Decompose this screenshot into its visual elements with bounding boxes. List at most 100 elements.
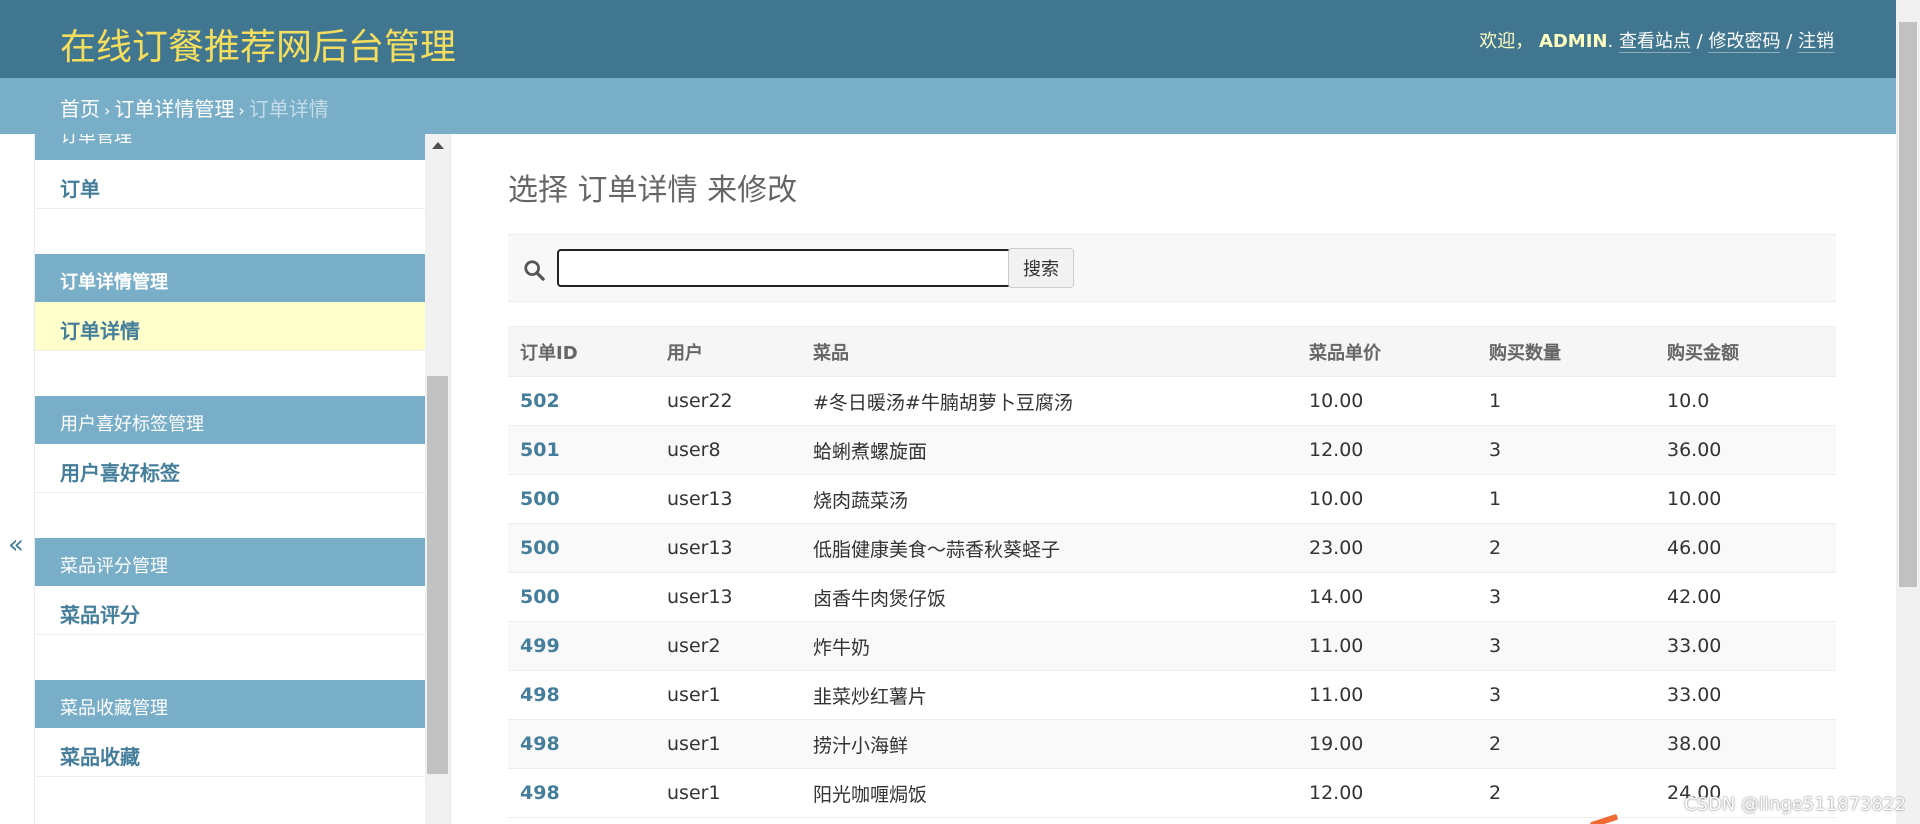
quantity-cell: 1 bbox=[1477, 474, 1655, 524]
module-caption-order[interactable]: 订单管理 bbox=[35, 134, 425, 160]
table-row: 501 user8 蛤蜊煮螺旋面 12.00 3 36.00 bbox=[508, 425, 1836, 475]
quantity-cell: 1 bbox=[1477, 376, 1655, 426]
table-row: 498 user1 捞汁小海鲜 19.00 2 38.00 bbox=[508, 719, 1836, 769]
table-row: 502 user22 #冬日暖汤#牛腩胡萝卜豆腐汤 10.00 1 10.0 bbox=[508, 376, 1836, 426]
quantity-cell: 2 bbox=[1477, 523, 1655, 573]
view-site-link[interactable]: 查看站点 bbox=[1618, 31, 1691, 53]
username: ADMIN bbox=[1538, 31, 1608, 52]
table-row: 500 user13 低脂健康美食～蒜香秋葵蛏子 23.00 2 46.00 bbox=[508, 523, 1836, 573]
order-id-link[interactable]: 499 bbox=[508, 621, 655, 671]
user-cell: user1 bbox=[655, 719, 801, 769]
user-cell: user1 bbox=[655, 768, 801, 818]
unit-price-cell: 11.00 bbox=[1297, 621, 1477, 671]
table-row: 500 user13 卤香牛肉煲仔饭 14.00 3 42.00 bbox=[508, 572, 1836, 622]
dish-cell: 阳光咖喱焗饭 bbox=[801, 768, 1297, 818]
search-input[interactable] bbox=[557, 249, 1011, 287]
sidebar-item-order[interactable]: 订单 bbox=[35, 160, 425, 209]
order-id-link[interactable]: 501 bbox=[508, 425, 655, 475]
breadcrumb-section[interactable]: 订单详情管理 bbox=[114, 97, 234, 121]
quantity-cell: 2 bbox=[1477, 768, 1655, 818]
sidebar-item-user-tags[interactable]: 用户喜好标签 bbox=[35, 444, 425, 493]
column-header-order-id[interactable]: 订单ID bbox=[508, 326, 655, 377]
header: 在线订餐推荐网后台管理 欢迎， ADMIN. 查看站点 / 修改密码 / 注销 bbox=[0, 0, 1920, 78]
dish-cell: 捞汁小海鲜 bbox=[801, 719, 1297, 769]
quantity-cell: 2 bbox=[1477, 719, 1655, 769]
page-title: 选择 订单详情 来修改 bbox=[508, 173, 798, 208]
column-header-user[interactable]: 用户 bbox=[655, 326, 801, 377]
table-row: 498 user1 阳光咖喱焗饭 12.00 2 24.00 bbox=[508, 768, 1836, 818]
dish-cell: 韭菜炒红薯片 bbox=[801, 670, 1297, 720]
module-caption-dish-favorite[interactable]: 菜品收藏管理 bbox=[35, 680, 425, 728]
page-scrollbar[interactable] bbox=[1896, 0, 1920, 824]
module-caption-dish-rating[interactable]: 菜品评分管理 bbox=[35, 538, 425, 586]
search-toolbar: 搜索 bbox=[508, 234, 1836, 302]
dish-cell: 炸牛奶 bbox=[801, 621, 1297, 671]
quantity-cell: 3 bbox=[1477, 572, 1655, 622]
dish-cell: #冬日暖汤#牛腩胡萝卜豆腐汤 bbox=[801, 376, 1297, 426]
amount-cell: 38.00 bbox=[1655, 719, 1836, 769]
module-caption-user-tags[interactable]: 用户喜好标签管理 bbox=[35, 396, 425, 444]
collapse-sidebar-icon[interactable]: « bbox=[8, 530, 24, 560]
unit-price-cell: 12.00 bbox=[1297, 768, 1477, 818]
breadcrumb-home[interactable]: 首页 bbox=[60, 97, 100, 121]
table-row: 500 user13 烧肉蔬菜汤 10.00 1 10.00 bbox=[508, 474, 1836, 524]
sidebar-item-dish-rating[interactable]: 菜品评分 bbox=[35, 586, 425, 635]
quantity-cell: 3 bbox=[1477, 425, 1655, 475]
user-tools: 欢迎， ADMIN. 查看站点 / 修改密码 / 注销 bbox=[1479, 31, 1834, 53]
breadcrumb-separator-icon: › bbox=[104, 101, 111, 120]
column-header-dish[interactable]: 菜品 bbox=[801, 326, 1297, 377]
user-cell: user2 bbox=[655, 621, 801, 671]
breadcrumb: 首页 › 订单详情管理 › 订单详情 bbox=[0, 78, 1920, 134]
amount-cell: 10.00 bbox=[1655, 474, 1836, 524]
welcome-text: 欢迎， bbox=[1479, 31, 1534, 52]
amount-cell: 36.00 bbox=[1655, 425, 1836, 475]
logout-link[interactable]: 注销 bbox=[1798, 31, 1834, 53]
user-cell: user22 bbox=[655, 376, 801, 426]
search-button[interactable]: 搜索 bbox=[1008, 248, 1074, 288]
site-title[interactable]: 在线订餐推荐网后台管理 bbox=[60, 18, 456, 70]
scroll-up-arrow-icon[interactable] bbox=[432, 142, 444, 149]
quantity-cell: 3 bbox=[1477, 621, 1655, 671]
order-id-link[interactable]: 500 bbox=[508, 572, 655, 622]
amount-cell: 46.00 bbox=[1655, 523, 1836, 573]
unit-price-cell: 14.00 bbox=[1297, 572, 1477, 622]
amount-cell: 33.00 bbox=[1655, 621, 1836, 671]
unit-price-cell: 10.00 bbox=[1297, 376, 1477, 426]
sidebar-item-dish-favorite[interactable]: 菜品收藏 bbox=[35, 728, 425, 777]
module-caption-order-detail[interactable]: 订单详情管理 bbox=[35, 254, 425, 302]
order-id-link[interactable]: 498 bbox=[508, 670, 655, 720]
table-row: 499 user2 炸牛奶 11.00 3 33.00 bbox=[508, 621, 1836, 671]
dish-cell: 卤香牛肉煲仔饭 bbox=[801, 572, 1297, 622]
page-scroll-thumb[interactable] bbox=[1899, 22, 1917, 587]
breadcrumb-separator-icon: › bbox=[238, 101, 245, 120]
sidebar-scroll-thumb[interactable] bbox=[427, 376, 448, 774]
watermark: CSDN @linge511873822 bbox=[1683, 794, 1906, 815]
order-id-link[interactable]: 500 bbox=[508, 523, 655, 573]
column-header-amount[interactable]: 购买金额 bbox=[1655, 326, 1836, 377]
order-id-link[interactable]: 498 bbox=[508, 768, 655, 818]
order-id-link[interactable]: 502 bbox=[508, 376, 655, 426]
search-icon bbox=[524, 260, 545, 281]
user-cell: user8 bbox=[655, 425, 801, 475]
unit-price-cell: 19.00 bbox=[1297, 719, 1477, 769]
amount-cell: 33.00 bbox=[1655, 670, 1836, 720]
dish-cell: 烧肉蔬菜汤 bbox=[801, 474, 1297, 524]
sidebar-toggle[interactable]: « bbox=[0, 134, 35, 824]
sidebar-scrollbar[interactable] bbox=[425, 134, 451, 824]
unit-price-cell: 12.00 bbox=[1297, 425, 1477, 475]
order-id-link[interactable]: 500 bbox=[508, 474, 655, 524]
user-cell: user13 bbox=[655, 572, 801, 622]
quantity-cell: 3 bbox=[1477, 670, 1655, 720]
breadcrumb-current: 订单详情 bbox=[248, 97, 329, 121]
order-id-link[interactable]: 498 bbox=[508, 719, 655, 769]
amount-cell: 10.0 bbox=[1655, 376, 1836, 426]
table-header-row: 订单ID 用户 菜品 菜品单价 购买数量 购买金额 bbox=[508, 326, 1836, 377]
sidebar-item-order-detail[interactable]: 订单详情 bbox=[35, 302, 425, 351]
column-header-unit-price[interactable]: 菜品单价 bbox=[1297, 326, 1477, 377]
user-cell: user13 bbox=[655, 523, 801, 573]
change-password-link[interactable]: 修改密码 bbox=[1708, 31, 1781, 53]
dish-cell: 蛤蜊煮螺旋面 bbox=[801, 425, 1297, 475]
nav-sidebar: 订单管理 订单 订单详情管理 订单详情 用户喜好标签管理 用户喜好标签 菜品评分… bbox=[35, 134, 425, 824]
column-header-quantity[interactable]: 购买数量 bbox=[1477, 326, 1655, 377]
unit-price-cell: 23.00 bbox=[1297, 523, 1477, 573]
